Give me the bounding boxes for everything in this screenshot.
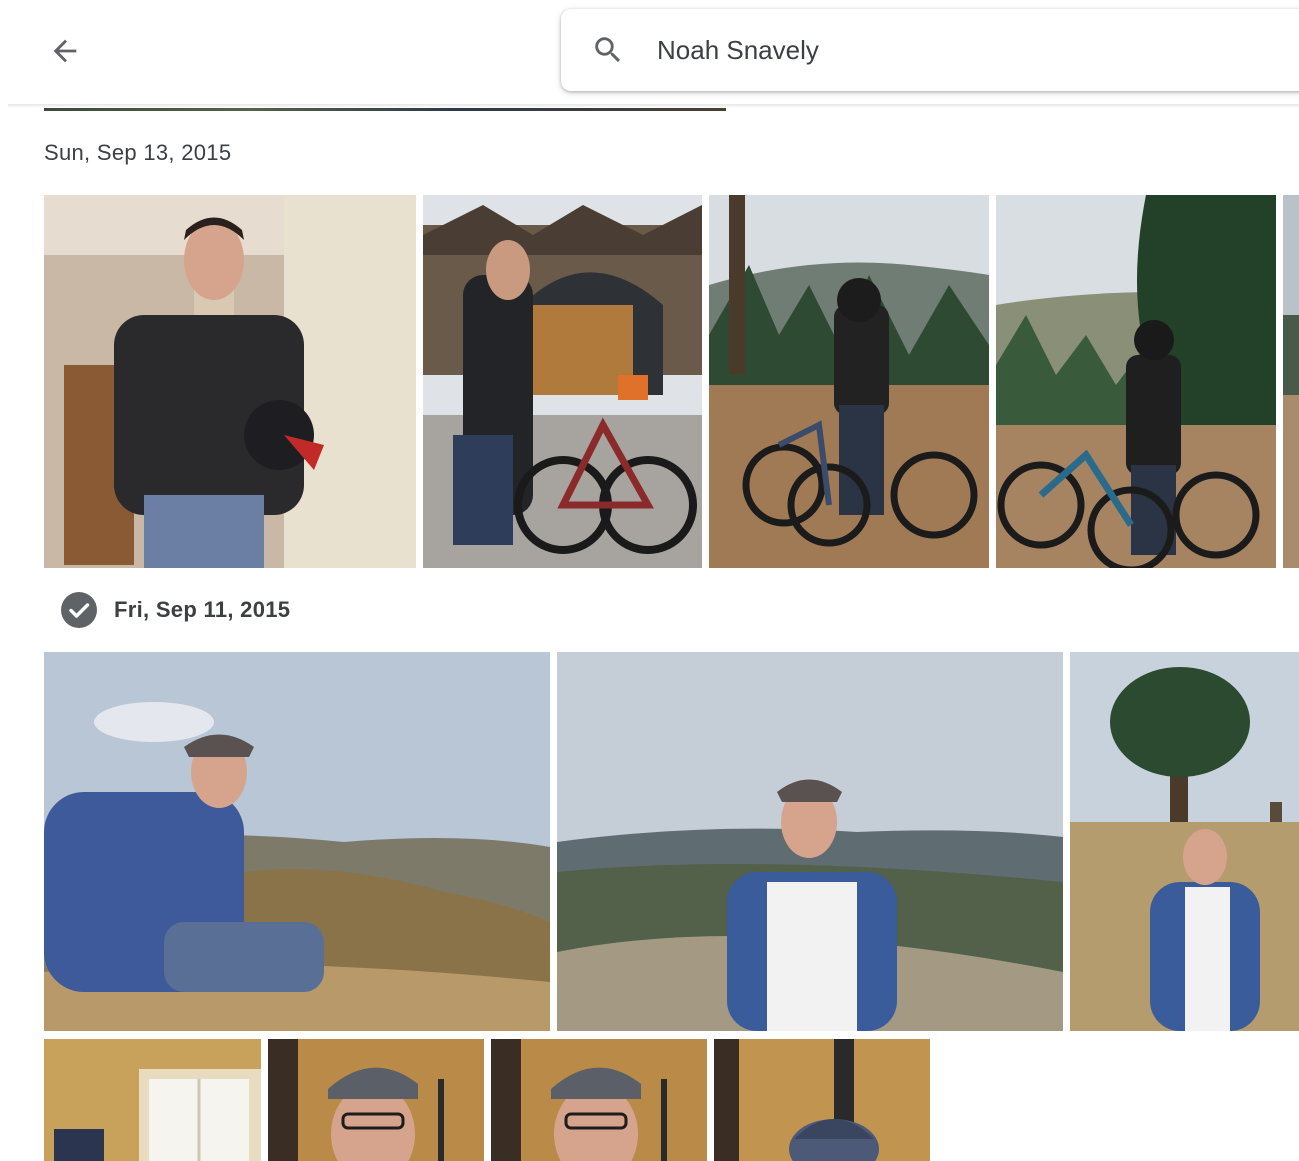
back-button[interactable] [40, 26, 90, 76]
photo-thumbnail[interactable] [491, 1039, 707, 1161]
photo-thumbnail[interactable] [714, 1039, 930, 1161]
photo-thumbnail[interactable] [557, 652, 1063, 1031]
arrow-back-icon [53, 39, 77, 63]
select-day-checkbox[interactable] [61, 592, 97, 628]
photo-thumbnail[interactable] [44, 1039, 261, 1161]
check-circle-icon [69, 603, 90, 618]
photo-thumbnail[interactable] [1070, 652, 1299, 1031]
photo-thumbnail[interactable] [268, 1039, 484, 1161]
top-app-bar [0, 0, 1299, 108]
photo-thumbnail[interactable] [423, 195, 702, 568]
topbar-divider [8, 104, 1299, 108]
photo-thumbnail[interactable] [709, 195, 989, 568]
search-input[interactable] [657, 31, 1257, 69]
section-date-header: Fri, Sep 11, 2015 [114, 597, 291, 622]
search-box[interactable] [561, 9, 1299, 91]
section-date-header: Sun, Sep 13, 2015 [44, 140, 232, 165]
photo-thumbnail[interactable] [996, 195, 1276, 568]
photo-thumbnail[interactable] [1283, 195, 1299, 568]
photo-thumbnail[interactable] [44, 195, 416, 568]
search-icon[interactable] [591, 33, 625, 67]
photo-thumbnail[interactable] [44, 652, 550, 1031]
